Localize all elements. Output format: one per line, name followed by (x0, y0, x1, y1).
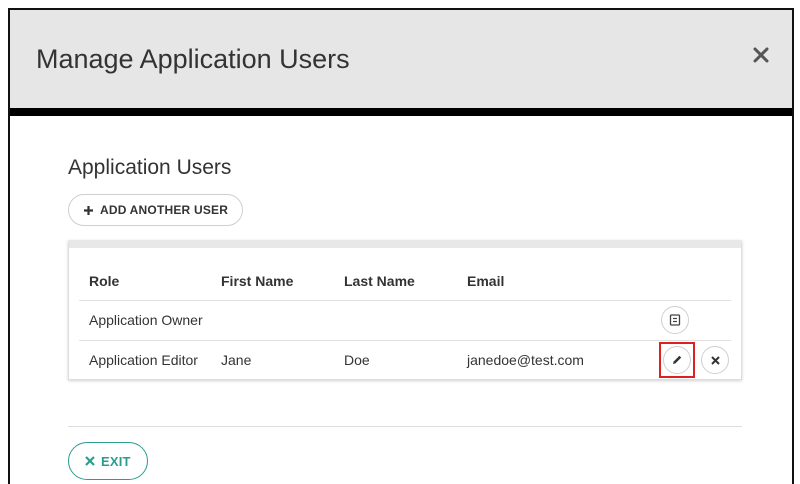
pencil-icon (673, 355, 682, 364)
users-table: Role First Name Last Name Email Applicat… (68, 240, 742, 380)
cell-role: Application Owner (89, 312, 203, 328)
column-header-first-name: First Name (221, 273, 294, 289)
column-header-email: Email (467, 273, 505, 289)
cell-last-name: Doe (344, 352, 370, 368)
modal-title: Manage Application Users (36, 44, 350, 74)
cell-email: janedoe@test.com (467, 352, 584, 368)
column-header-role: Role (89, 273, 120, 289)
add-another-user-label: ADD ANOTHER USER (100, 203, 229, 217)
table-row: Application Editor Jane Doe janedoe@test… (79, 340, 731, 380)
modal-header: Manage Application Users (10, 10, 792, 116)
add-another-user-button[interactable]: ADD ANOTHER USER (68, 194, 244, 226)
plus-icon (84, 205, 93, 215)
exit-button[interactable]: EXIT (68, 442, 148, 480)
close-icon (753, 47, 769, 63)
cell-first-name: Jane (221, 352, 252, 368)
table-header-row: Role First Name Last Name Email (79, 262, 731, 301)
cell-role: Application Editor (89, 352, 198, 368)
remove-user-button[interactable] (701, 346, 729, 374)
manage-users-modal: Manage Application Users Application Use… (8, 8, 794, 484)
close-icon (85, 456, 95, 466)
edit-user-button[interactable] (663, 346, 691, 374)
footer-divider (68, 426, 742, 427)
contact-card-icon (669, 314, 681, 326)
close-icon (710, 355, 720, 365)
table-row: Application Owner (79, 300, 731, 341)
contact-details-button[interactable] (661, 306, 689, 334)
column-header-last-name: Last Name (344, 273, 415, 289)
modal-close-button[interactable] (748, 42, 774, 68)
exit-label: EXIT (101, 453, 131, 469)
section-title: Application Users (68, 156, 232, 179)
